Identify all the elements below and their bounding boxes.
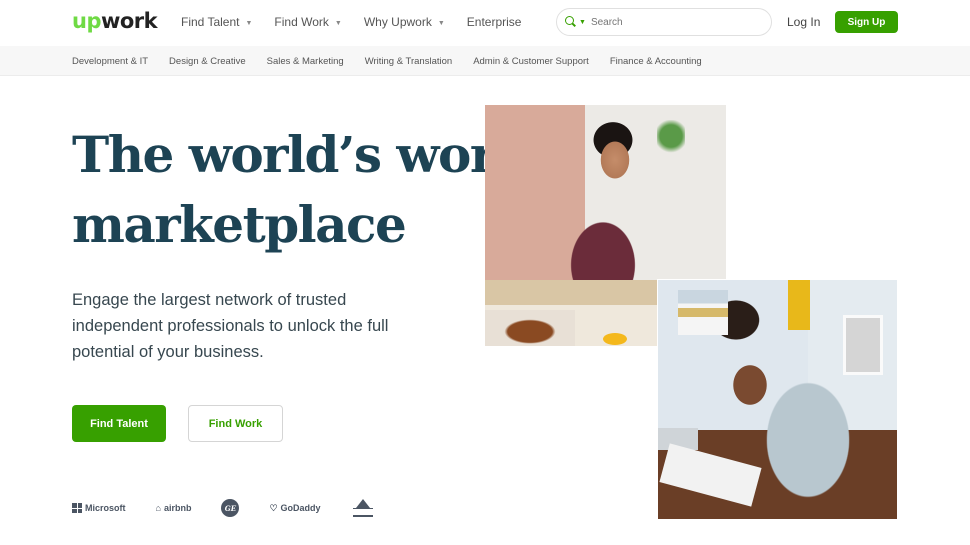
- search-bar: ▼: [556, 8, 772, 36]
- find-work-button[interactable]: Find Work: [188, 405, 283, 442]
- airbnb-label: airbnb: [163, 503, 192, 513]
- category-sales-marketing[interactable]: Sales & Marketing: [267, 56, 344, 67]
- chevron-down-icon: ▼: [334, 19, 342, 27]
- godaddy-label: GoDaddy: [280, 503, 321, 513]
- category-writing-translation[interactable]: Writing & Translation: [365, 56, 452, 67]
- logo-up: up: [72, 9, 101, 33]
- login-link[interactable]: Log In: [787, 15, 820, 29]
- nav-label: Find Talent: [181, 15, 240, 29]
- logo-work: work: [100, 9, 158, 33]
- bissell-logo: [351, 499, 375, 517]
- nav-label: Enterprise: [466, 15, 522, 29]
- category-design-creative[interactable]: Design & Creative: [169, 56, 246, 67]
- category-development-it[interactable]: Development & IT: [72, 56, 148, 67]
- nav-find-talent[interactable]: Find Talent ▼: [181, 15, 252, 29]
- chevron-down-icon: ▼: [245, 19, 253, 27]
- yellow-decoration: [788, 280, 810, 330]
- nav-enterprise[interactable]: Enterprise: [467, 15, 522, 29]
- hero-title-line-2: marketplace: [72, 195, 407, 254]
- find-talent-button[interactable]: Find Talent: [72, 405, 166, 442]
- chevron-down-icon: ▼: [437, 19, 445, 27]
- hero-title-line-1: The world’s work: [72, 125, 529, 184]
- category-admin-support[interactable]: Admin & Customer Support: [473, 56, 589, 67]
- signup-button[interactable]: Sign Up: [835, 11, 898, 33]
- hero-title: The world’s work marketplace: [72, 120, 529, 260]
- plant-decoration: [657, 120, 685, 160]
- category-finance-accounting[interactable]: Finance & Accounting: [610, 56, 702, 67]
- nav-label: Why Upwork: [363, 15, 432, 29]
- microsoft-icon: [72, 503, 82, 513]
- bissell-icon: [351, 499, 375, 517]
- nav-why-upwork[interactable]: Why Upwork ▼: [364, 15, 445, 29]
- hero-image-man-writing: [657, 279, 898, 520]
- food-plate: [485, 310, 575, 346]
- shelf-decoration: [678, 290, 728, 335]
- microsoft-label: Microsoft: [85, 503, 126, 513]
- search-type-dropdown-icon[interactable]: ▼: [579, 19, 586, 26]
- top-navigation: upwork Find Talent ▼ Find Work ▼ Why Upw…: [0, 0, 970, 46]
- airbnb-icon: ⌂: [155, 503, 161, 513]
- category-bar: Development & IT Design & Creative Sales…: [0, 46, 970, 76]
- orange-slice: [603, 333, 627, 345]
- godaddy-icon: ♡: [269, 502, 278, 513]
- ge-logo: GE: [221, 499, 240, 517]
- upwork-logo[interactable]: upwork: [72, 9, 158, 33]
- wall-frame: [843, 315, 883, 375]
- search-icon[interactable]: [565, 16, 577, 28]
- notebook: [659, 443, 762, 507]
- main-nav: Find Talent ▼ Find Work ▼ Why Upwork ▼ E…: [181, 15, 543, 29]
- search-input[interactable]: [590, 16, 751, 28]
- nav-label: Find Work: [274, 15, 329, 29]
- hero-subtitle: Engage the largest network of trusted in…: [72, 291, 389, 361]
- airbnb-logo: ⌂ airbnb: [156, 503, 192, 513]
- godaddy-logo: ♡ GoDaddy: [269, 503, 320, 514]
- ge-icon: GE: [221, 499, 240, 517]
- nav-find-work[interactable]: Find Work ▼: [274, 15, 341, 29]
- microsoft-logo: Microsoft: [72, 503, 126, 513]
- trusted-by-logos: Microsoft ⌂ airbnb GE ♡ GoDaddy: [72, 499, 405, 517]
